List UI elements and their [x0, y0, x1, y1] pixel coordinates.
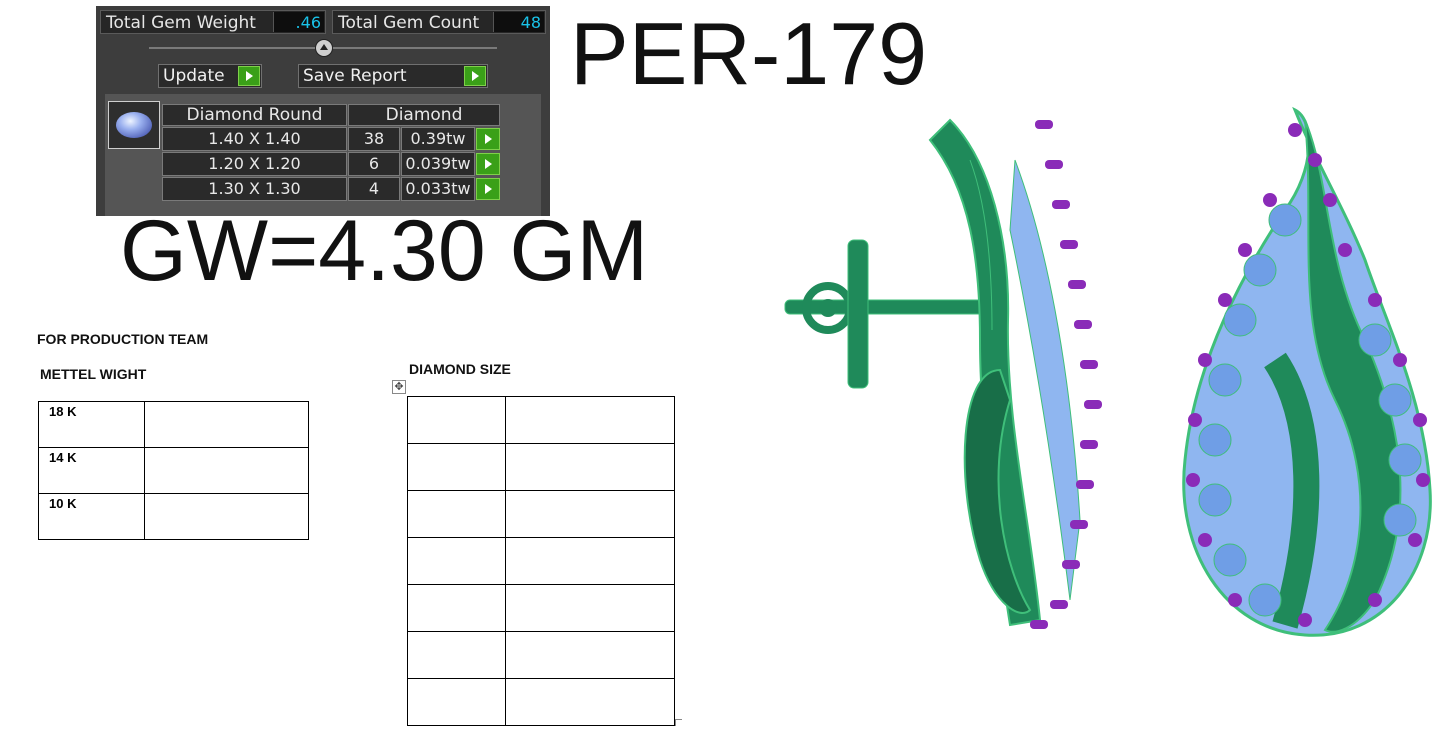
gem-row[interactable]: 1.30 X 1.30 4 0.033tw: [162, 177, 500, 201]
metal-weight-table: 18 K 14 K 10 K: [38, 401, 309, 540]
play-arrow-icon[interactable]: [238, 66, 260, 86]
diamond-count-cell[interactable]: [505, 443, 675, 491]
save-report-button-label: Save Report: [303, 66, 407, 86]
gross-weight: GW=4.30 GM: [120, 203, 649, 299]
metal-karat: 14 K: [38, 447, 145, 494]
table-row: 14 K: [38, 447, 309, 494]
total-gem-count-value: 48: [520, 13, 541, 32]
gem-size: 1.20 X 1.20: [162, 152, 347, 176]
metal-karat: 18 K: [38, 401, 145, 448]
earring-front-view-render: [1182, 106, 1432, 637]
play-arrow-icon[interactable]: [476, 178, 500, 200]
gem-weight: 0.033tw: [401, 177, 475, 201]
metal-weight-heading: METTEL WIGHT: [40, 366, 147, 382]
table-row: [407, 584, 675, 632]
gem-shape-header: Diamond Round: [162, 104, 347, 126]
table-row: [407, 537, 675, 585]
total-gem-count-field: Total Gem Count 48: [332, 10, 546, 34]
table-row: [407, 678, 675, 726]
earring-side-view-render: [784, 118, 1102, 629]
diamond-size-cell[interactable]: [407, 490, 506, 538]
diamond-size-cell[interactable]: [407, 678, 506, 726]
product-code: PER-179: [570, 4, 928, 103]
table-move-handle-icon[interactable]: ✥: [392, 380, 406, 394]
gem-row[interactable]: 1.20 X 1.20 6 0.039tw: [162, 152, 500, 176]
total-gem-count-label: Total Gem Count: [338, 13, 480, 33]
gem-count: 4: [348, 177, 400, 201]
diamond-size-cell[interactable]: [407, 631, 506, 679]
diamond-count-cell[interactable]: [505, 537, 675, 585]
diamond-size-table: [407, 396, 675, 726]
gem-list: Diamond Round Diamond 1.40 X 1.40 38 0.3…: [105, 94, 541, 216]
update-button[interactable]: Update: [158, 64, 262, 88]
total-gem-weight-label: Total Gem Weight: [106, 13, 256, 33]
diamond-size-heading: DIAMOND SIZE: [409, 361, 511, 377]
production-heading: FOR PRODUCTION TEAM: [37, 331, 209, 347]
metal-weight-cell[interactable]: [144, 401, 309, 448]
gem-size: 1.30 X 1.30: [162, 177, 347, 201]
diamond-count-cell[interactable]: [505, 490, 675, 538]
gem-row[interactable]: 1.40 X 1.40 38 0.39tw: [162, 127, 500, 151]
diamond-size-cell[interactable]: [407, 396, 506, 444]
metal-karat: 10 K: [38, 493, 145, 540]
total-gem-weight-value: .46: [295, 13, 321, 32]
table-row: [407, 396, 675, 444]
play-arrow-icon[interactable]: [476, 128, 500, 150]
play-arrow-icon[interactable]: [464, 66, 486, 86]
gem-count: 6: [348, 152, 400, 176]
diamond-count-cell[interactable]: [505, 678, 675, 726]
metal-weight-cell[interactable]: [144, 447, 309, 494]
gem-report-panel: Total Gem Weight .46 Total Gem Count 48 …: [96, 6, 550, 216]
gem-weight: 0.39tw: [401, 127, 475, 151]
total-gem-weight-field: Total Gem Weight .46: [100, 10, 326, 34]
metal-weight-cell[interactable]: [144, 493, 309, 540]
gem-type-header: Diamond: [348, 104, 500, 126]
table-row: [407, 631, 675, 679]
diamond-size-cell[interactable]: [407, 584, 506, 632]
table-row: [407, 443, 675, 491]
diamond-count-cell[interactable]: [505, 631, 675, 679]
diamond-size-cell[interactable]: [407, 537, 506, 585]
diamond-count-cell[interactable]: [505, 396, 675, 444]
save-report-button[interactable]: Save Report: [298, 64, 488, 88]
update-button-label: Update: [163, 66, 225, 86]
panel-slider-handle[interactable]: [315, 39, 333, 57]
gem-weight: 0.039tw: [401, 152, 475, 176]
table-row: 18 K: [38, 401, 309, 448]
table-resize-handle[interactable]: [675, 719, 682, 726]
gem-count: 38: [348, 127, 400, 151]
diamond-size-cell[interactable]: [407, 443, 506, 491]
table-row: 10 K: [38, 493, 309, 540]
round-diamond-icon[interactable]: [108, 101, 160, 149]
gem-size: 1.40 X 1.40: [162, 127, 347, 151]
diamond-count-cell[interactable]: [505, 584, 675, 632]
table-row: [407, 490, 675, 538]
play-arrow-icon[interactable]: [476, 153, 500, 175]
